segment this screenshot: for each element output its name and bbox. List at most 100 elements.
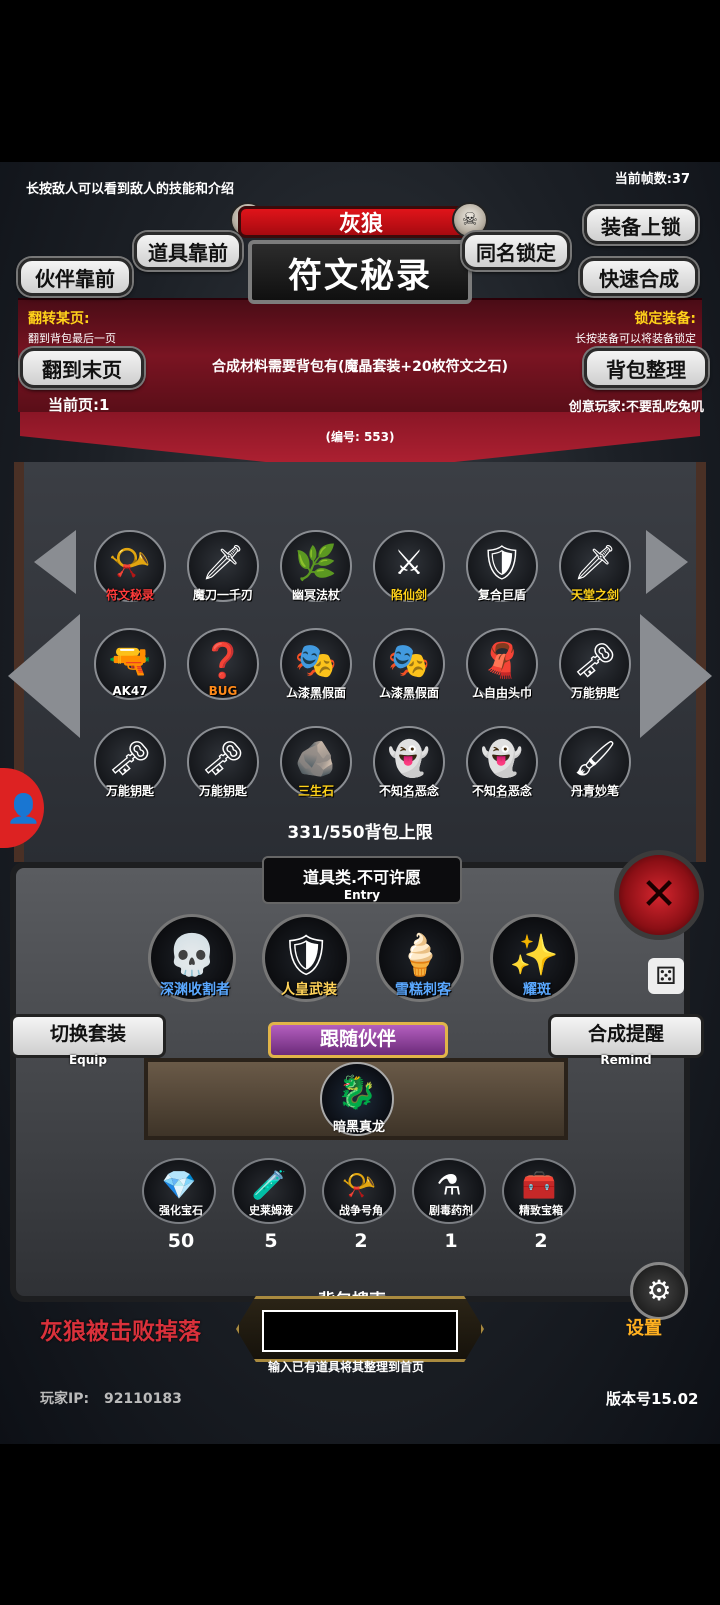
poison-icon: ⚗ [436, 1168, 462, 1202]
entry-box: 道具类.不可许愿 Entry [262, 856, 462, 904]
flip-page-label: 翻转某页: [28, 311, 90, 327]
resource-count: 5 [264, 1230, 278, 1252]
page-title: 符文秘录 [248, 240, 472, 304]
resource-slot[interactable]: 🧪 史莱姆液 5 [232, 1158, 306, 1252]
holy-sword-icon: 🗡 [573, 543, 617, 584]
item-name: ム自由头巾 [471, 686, 532, 700]
item-slot[interactable]: 📯 符文秘录 [92, 530, 168, 612]
enemy-name-banner: 灰狼 [238, 206, 484, 238]
game-screen: 长按敌人可以看到敌人的技能和介绍 当前帧数:37 ☠ 灰狼 ☠ 符文秘录 道具靠… [0, 162, 720, 1444]
bag-capacity: 331/550背包上限 [287, 823, 433, 843]
item-slot[interactable]: 🎭 ム漆黑假面 [371, 628, 447, 710]
hero-slot[interactable]: 🛡 人皇武装 [262, 914, 350, 1002]
player-ip-label: 玩家IP: [40, 1391, 90, 1407]
item-slot[interactable]: ⚔ 陷仙剑 [371, 530, 447, 612]
mask-icon: 🎭 [294, 641, 338, 682]
hero-name: 雪糕刺客 [395, 982, 451, 998]
close-icon: ✕ [640, 869, 678, 920]
settings-gear-icon[interactable]: ⚙ [630, 1262, 688, 1320]
same-name-lock-button[interactable]: 同名锁定 [462, 232, 570, 270]
mask-icon: 🎭 [387, 641, 431, 682]
resource-slot[interactable]: 🧰 精致宝箱 2 [502, 1158, 576, 1252]
item-slot[interactable]: 🗝 万能钥匙 [185, 726, 261, 808]
item-slot[interactable]: ❓ BUG [185, 628, 261, 710]
follow-partner-label: 跟随伙伴 [268, 1022, 448, 1058]
bag-search-input[interactable] [262, 1310, 458, 1352]
equip-lock-button[interactable]: 装备上锁 [584, 206, 698, 244]
item-slot[interactable]: 👻 不知名恶念 [464, 726, 540, 808]
key-icon: 🗝 [108, 739, 152, 780]
item-slot[interactable]: 🗝 万能钥匙 [557, 628, 633, 710]
resource-slot[interactable]: 📯 战争号角 2 [322, 1158, 396, 1252]
hero-slot[interactable]: 💀 深渊收割者 [148, 914, 236, 1002]
item-slot[interactable]: 🌿 幽冥法杖 [278, 530, 354, 612]
switch-equip-button[interactable]: 切换套装 Equip [10, 1014, 166, 1067]
gear-icon: ⚙ [646, 1274, 672, 1307]
item-name: 万能钥匙 [198, 784, 247, 798]
item-name: BUG [208, 684, 238, 698]
item-name: 不知名恶念 [378, 784, 439, 798]
current-page: 当前页:1 [48, 396, 110, 414]
lock-equip-desc: 长按装备可以将装备锁定 [575, 332, 696, 345]
merge-remind-sub: Remind [600, 1053, 652, 1067]
item-name: 复合巨盾 [477, 588, 526, 602]
war-horn-icon: 📯 [341, 1168, 377, 1202]
item-slot[interactable]: 🪨 三生石 [278, 726, 354, 808]
resource-name: 强化宝石 [159, 1204, 203, 1217]
next-page-arrow-icon[interactable] [640, 614, 712, 738]
chest-icon: 🧰 [521, 1168, 557, 1202]
hero-slot[interactable]: ✨ 耀斑 [490, 914, 578, 1002]
settings-label[interactable]: 设置 [626, 1314, 662, 1340]
resource-slot[interactable]: ⚗ 剧毒药剂 1 [412, 1158, 486, 1252]
gem-icon: 💎 [161, 1168, 197, 1202]
item-name: 万能钥匙 [570, 686, 619, 700]
bug-icon: ❓ [201, 641, 245, 682]
next-page-small-arrow-icon[interactable] [646, 530, 688, 594]
item-name: 万能钥匙 [105, 784, 154, 798]
item-slot[interactable]: 👻 不知名恶念 [371, 726, 447, 808]
resource-name: 剧毒药剂 [429, 1204, 473, 1217]
hero-slot[interactable]: 🍦 雪糕刺客 [376, 914, 464, 1002]
item-slot[interactable]: 🗡 天堂之剑 [557, 530, 633, 612]
katana-icon: 🗡 [201, 543, 245, 584]
player-ip: 玩家IP: 92110183 [40, 1388, 182, 1408]
item-name: 三生石 [297, 784, 334, 798]
hint-text: 长按敌人可以看到敌人的技能和介绍 [26, 182, 235, 197]
item-slot[interactable]: 🗝 万能钥匙 [92, 726, 168, 808]
reaper-icon: 💀 [167, 932, 217, 979]
merge-remind-button[interactable]: 合成提醒 Remind [548, 1014, 704, 1067]
item-slot[interactable]: 🔫 AK47 [92, 628, 168, 710]
ghost-icon: 👻 [480, 739, 524, 780]
user-icon: 👤 [6, 792, 41, 825]
sort-bag-button[interactable]: 背包整理 [584, 348, 708, 388]
partner-front-button[interactable]: 伙伴靠前 [18, 258, 132, 296]
resource-count: 2 [354, 1230, 368, 1252]
item-slot[interactable]: 🎭 ム漆黑假面 [278, 628, 354, 710]
item-name: ム漆黑假面 [285, 686, 346, 700]
resource-slot[interactable]: 💎 强化宝石 50 [142, 1158, 216, 1252]
close-button[interactable]: ✕ [614, 850, 704, 940]
key-icon: 🗝 [201, 739, 245, 780]
item-name: 陷仙剑 [390, 588, 427, 602]
item-slot[interactable]: 🛡 复合巨盾 [464, 530, 540, 612]
item-number: (编号: 553) [325, 430, 395, 444]
player-ip-value: 92110183 [103, 1391, 182, 1407]
item-slot[interactable]: 🧣 ム自由头巾 [464, 628, 540, 710]
item-slot[interactable]: 🖌 丹青妙笔 [557, 726, 633, 808]
item-name: 天堂之剑 [570, 588, 619, 602]
resource-name: 精致宝箱 [519, 1204, 563, 1217]
potion-icon: 🧪 [251, 1168, 287, 1202]
pet-slot[interactable]: 🐉 暗黑真龙 [320, 1062, 394, 1136]
shield-icon: 🛡 [480, 543, 524, 584]
requirement-text: 合成材料需要背包有(魔晶套装+20枚符文之石) [211, 359, 508, 375]
prev-page-small-arrow-icon[interactable] [34, 530, 76, 594]
last-page-button[interactable]: 翻到末页 [20, 348, 144, 388]
item-slot[interactable]: 🗡 魔刀一千刃 [185, 530, 261, 612]
item-front-button[interactable]: 道具靠前 [134, 232, 242, 270]
quick-merge-button[interactable]: 快速合成 [580, 258, 698, 296]
dice-icon[interactable]: ⚄ [648, 958, 684, 994]
prev-page-arrow-icon[interactable] [8, 614, 80, 738]
resource-count: 1 [444, 1230, 458, 1252]
switch-equip-sub: Equip [68, 1053, 108, 1067]
item-name: AK47 [112, 684, 148, 698]
